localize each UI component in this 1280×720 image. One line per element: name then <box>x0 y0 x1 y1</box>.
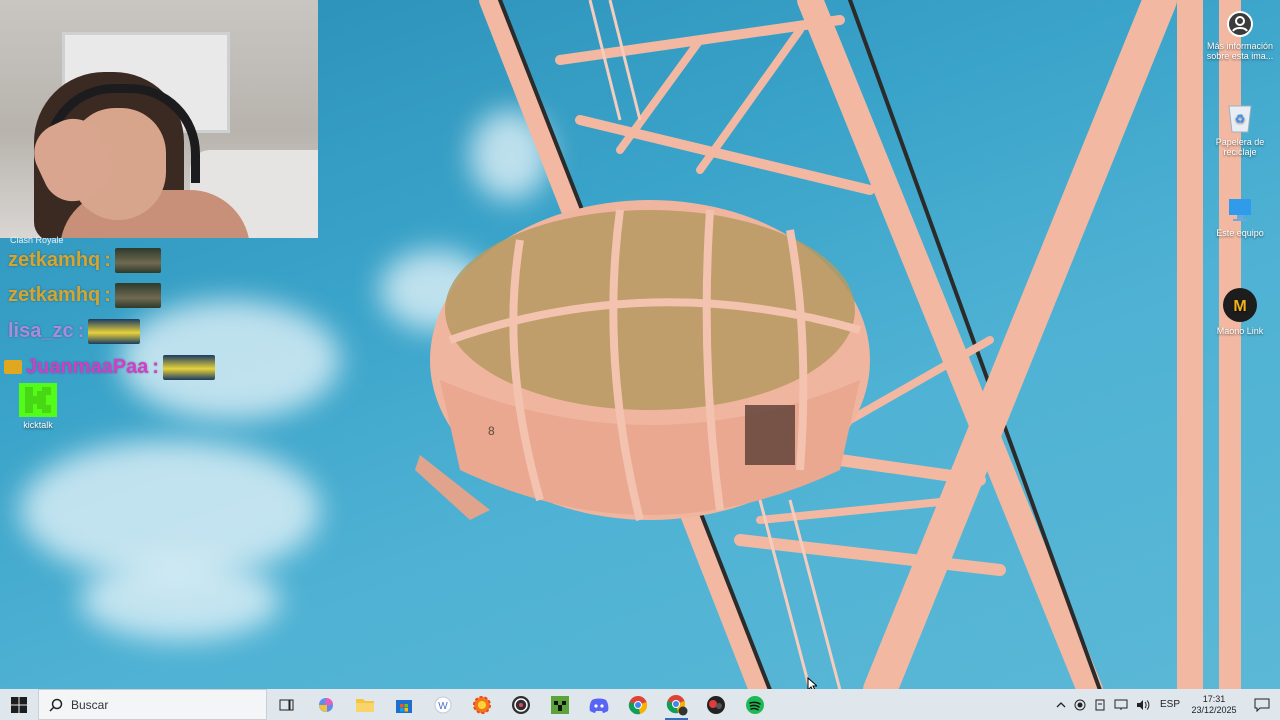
spotify-icon <box>745 695 764 714</box>
bluestacks-icon <box>706 695 725 714</box>
subscriber-badge-icon <box>4 360 22 374</box>
discord-icon <box>589 698 608 713</box>
task-view-button[interactable] <box>267 689 306 720</box>
taskbar-app-wps[interactable]: W <box>423 689 462 720</box>
start-button[interactable] <box>0 689 38 720</box>
desktop-icon-label: Este equipo <box>1216 228 1264 238</box>
svg-text:M: M <box>1233 298 1246 315</box>
clock-date: 23/12/2025 <box>1191 704 1237 715</box>
taskbar-search-box[interactable]: Buscar <box>38 689 267 720</box>
emote-icon <box>114 247 161 273</box>
record-icon[interactable] <box>1074 699 1086 711</box>
clock[interactable]: 17:31 23/12/2025 <box>1184 694 1244 716</box>
svg-text:8: 8 <box>488 424 495 438</box>
desktop-icon-this-pc[interactable]: Este equipo <box>1205 195 1275 238</box>
svg-text:♻: ♻ <box>1235 112 1246 126</box>
chat-username: zetkamhq <box>8 283 101 306</box>
taskbar-app-minecraft[interactable] <box>540 689 579 720</box>
chrome-profile-icon <box>666 694 687 715</box>
wps-icon: W <box>434 696 451 713</box>
windows-logo-icon <box>11 696 27 713</box>
taskbar-app-microsoft-store[interactable] <box>384 689 423 720</box>
desktop-icon-kicktalk[interactable]: kicktalk <box>3 383 73 430</box>
chat-message: zetkamhq : <box>8 282 161 308</box>
taskbar-app-browser[interactable] <box>462 689 501 720</box>
chat-username: zetkamhq <box>8 248 101 271</box>
desktop-icon-recycle-bin[interactable]: ♻ Papelera de reciclaje <box>1205 100 1275 157</box>
emote-icon <box>162 354 215 380</box>
desktop-icon-label: kicktalk <box>23 420 53 430</box>
orange-browser-icon <box>472 695 491 714</box>
desktop-icon-label: Maono Link <box>1216 326 1264 336</box>
maono-link-icon: M <box>1222 287 1258 323</box>
chat-separator: : <box>77 319 85 342</box>
search-placeholder: Buscar <box>71 697 109 712</box>
notification-icon <box>1254 698 1270 712</box>
taskbar-app-copilot[interactable] <box>306 689 345 720</box>
clock-time: 17:31 <box>1202 693 1226 704</box>
emote-icon <box>114 282 161 308</box>
chat-separator: : <box>104 248 111 271</box>
desktop-icon-label: Papelera de reciclaje <box>1215 137 1265 157</box>
notifications-button[interactable] <box>1244 689 1280 720</box>
folder-icon <box>355 698 374 712</box>
computer-icon <box>1225 195 1255 225</box>
chat-separator: : <box>104 283 111 306</box>
taskbar-app-chrome[interactable] <box>618 689 657 720</box>
system-tray: ESP 17:31 23/12/2025 <box>1056 689 1280 720</box>
taskbar: Buscar W ESP 17:31 23/12/2025 <box>0 689 1280 720</box>
chrome-icon <box>628 695 647 714</box>
language-indicator[interactable]: ESP <box>1160 699 1180 710</box>
chat-separator: : <box>152 355 159 378</box>
emote-icon <box>88 318 141 344</box>
webcam-caption: Clash Royale <box>10 235 64 245</box>
taskbar-app-obs[interactable] <box>501 689 540 720</box>
taskbar-app-chrome-profile[interactable] <box>657 689 696 720</box>
recycle-bin-icon: ♻ <box>1225 100 1255 134</box>
desktop-icon-label: Más información sobre esta ima... <box>1206 41 1274 61</box>
webcam-feed <box>0 0 318 238</box>
minecraft-icon <box>550 695 569 714</box>
camera-icon <box>1226 10 1254 38</box>
volume-icon[interactable] <box>1136 699 1150 711</box>
search-icon <box>49 698 63 712</box>
chat-username: lisa_zc <box>8 319 74 342</box>
obs-icon <box>511 695 530 714</box>
taskbar-app-spotify[interactable] <box>735 689 774 720</box>
taskbar-app-file-explorer[interactable] <box>345 689 384 720</box>
chat-message: lisa_zc : <box>8 318 141 344</box>
chevron-up-icon[interactable] <box>1056 701 1066 709</box>
chat-message: zetkamhq : <box>8 247 161 273</box>
chat-message: JuanmaaPaa : <box>4 354 215 380</box>
svg-text:W: W <box>438 701 448 712</box>
network-icon[interactable] <box>1114 699 1128 711</box>
desktop-icon-more-info[interactable]: Más información sobre esta ima... <box>1205 10 1275 61</box>
chat-username: JuanmaaPaa <box>26 355 149 378</box>
taskbar-app-discord[interactable] <box>579 689 618 720</box>
store-icon <box>395 699 412 713</box>
copilot-icon <box>318 697 333 712</box>
kick-logo-icon <box>19 383 57 417</box>
task-view-icon <box>279 699 293 710</box>
desktop-icon-maono-link[interactable]: M Maono Link <box>1205 287 1275 336</box>
device-icon[interactable] <box>1094 699 1106 711</box>
taskbar-app-bluestacks[interactable] <box>696 689 735 720</box>
